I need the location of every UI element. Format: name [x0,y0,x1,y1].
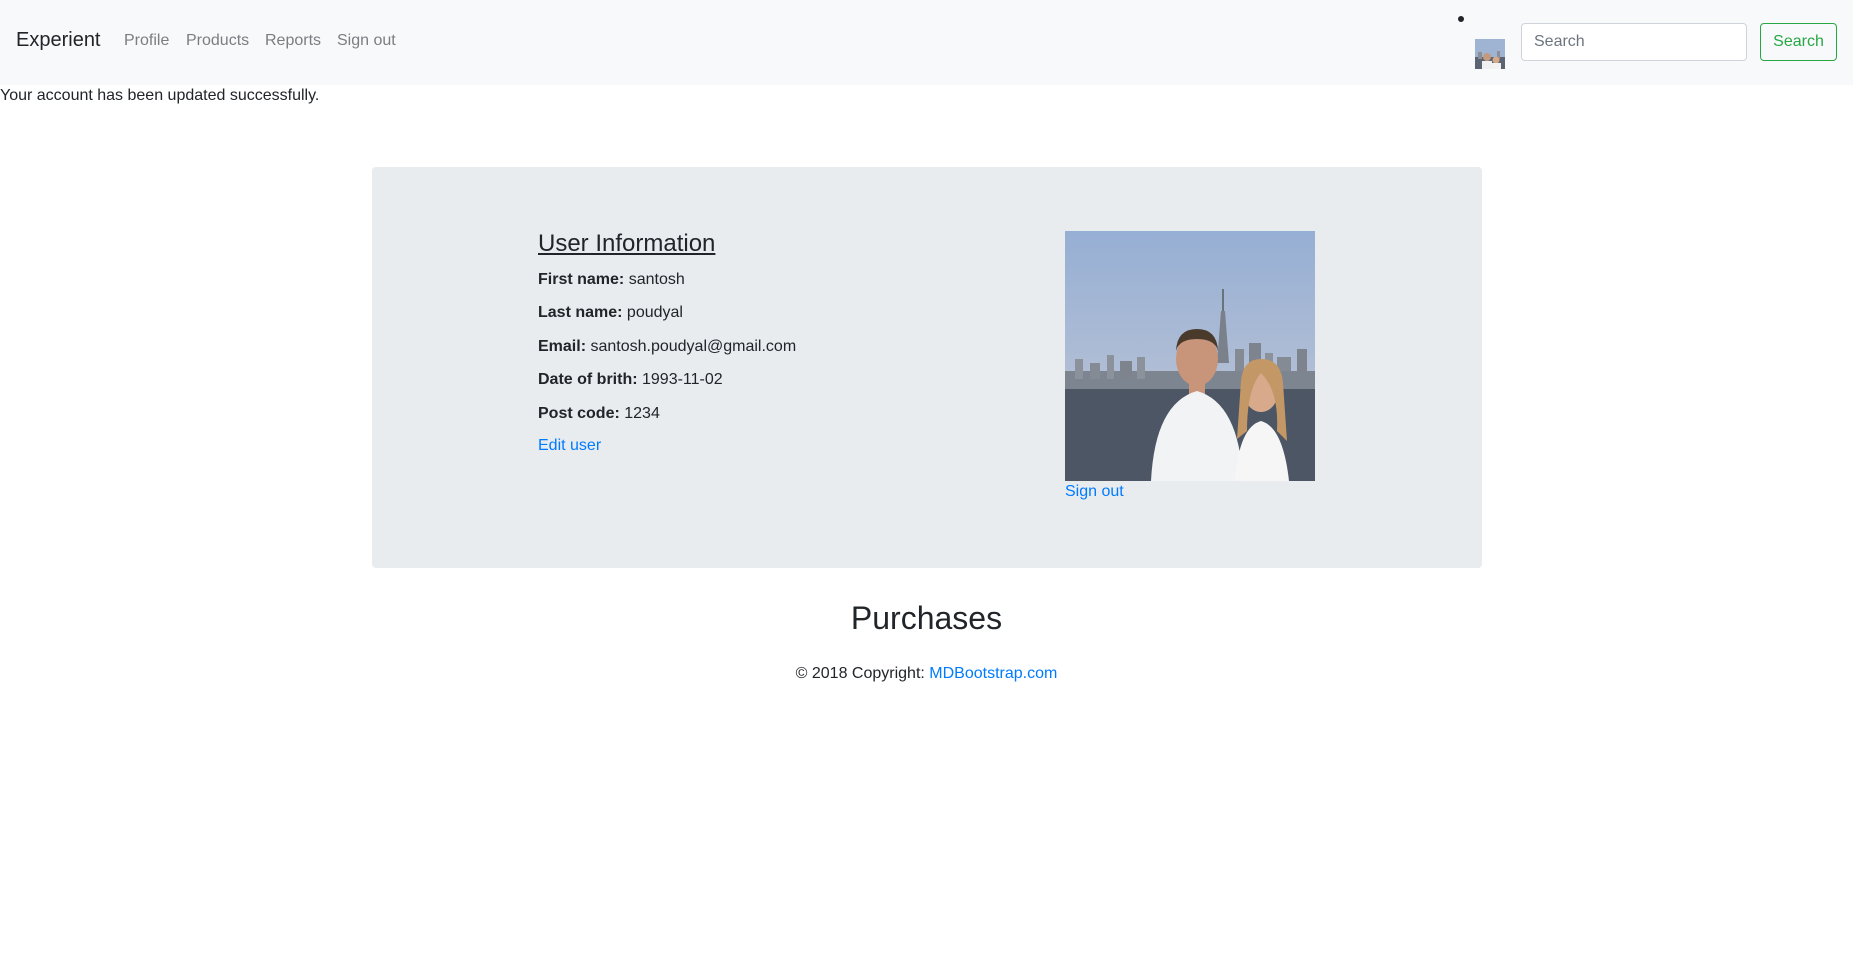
search-input[interactable] [1521,23,1747,61]
info-first-name: First name: santosh [538,271,685,289]
info-label: First name: [538,271,625,288]
info-label: Email: [538,338,587,355]
info-value: 1993-11-02 [642,371,723,388]
info-label: Post code: [538,405,620,422]
info-email: Email: santosh.poudyal@gmail.com [538,338,796,356]
profile-photo [1065,231,1315,481]
nav-link-reports[interactable]: Reports [265,32,321,50]
info-label: Last name: [538,304,623,321]
user-info-title: User Information [538,230,716,257]
sign-out-link[interactable]: Sign out [1065,483,1124,501]
navbar: Experient Profile Products Reports Sign … [0,0,1853,85]
info-value: 1234 [624,405,660,422]
user-info-card [372,167,1482,568]
nav-link-sign-out[interactable]: Sign out [337,32,396,50]
info-value: santosh.poudyal@gmail.com [590,338,797,355]
info-value: santosh [628,271,685,288]
info-label: Date of brith: [538,371,638,388]
user-photo-icon [1475,39,1505,69]
flash-message: Your account has been updated successful… [0,87,320,104]
user-photo-icon [1065,231,1315,481]
edit-user-link[interactable]: Edit user [538,437,601,455]
nav-link-products[interactable]: Products [186,32,249,50]
info-date-of-birth: Date of brith: 1993-11-02 [538,371,723,389]
list-bullet [1458,16,1464,22]
brand-logo[interactable]: Experient [16,29,101,52]
footer: © 2018 Copyright: MDBootstrap.com [0,665,1853,683]
footer-link[interactable]: MDBootstrap.com [929,665,1057,682]
copyright-text: © 2018 Copyright: [795,665,925,682]
nav-link-profile[interactable]: Profile [124,32,169,50]
avatar[interactable] [1475,39,1505,69]
purchases-title: Purchases [850,600,1003,636]
search-button[interactable]: Search [1760,23,1837,61]
info-post-code: Post code: 1234 [538,405,660,423]
info-value: poudyal [626,304,683,321]
info-last-name: Last name: poudyal [538,304,683,322]
